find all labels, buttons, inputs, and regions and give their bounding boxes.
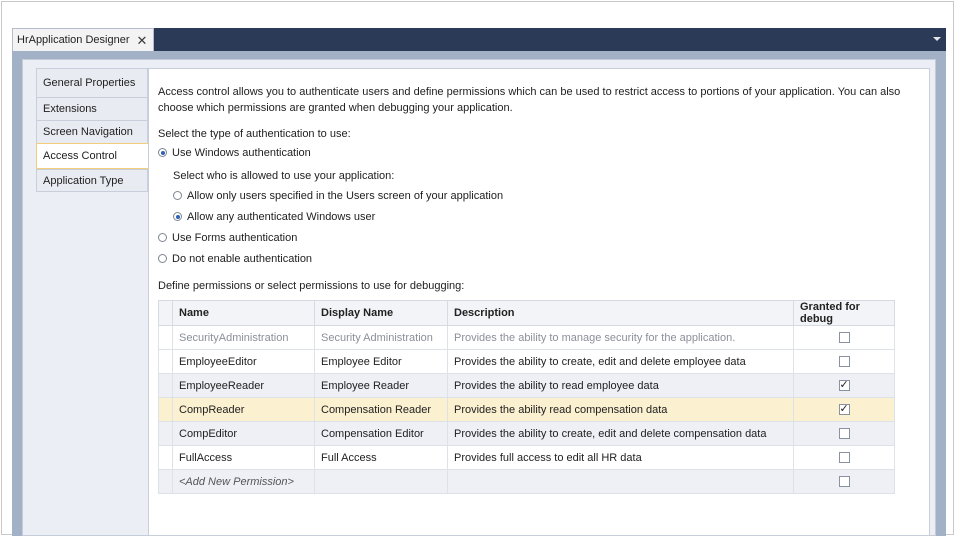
column-header-name[interactable]: Name bbox=[172, 300, 315, 326]
granted-checkbox[interactable] bbox=[838, 476, 850, 488]
permission-description-cell[interactable]: Provides the ability to manage security … bbox=[447, 325, 794, 350]
permission-display-cell[interactable]: Employee Editor bbox=[314, 349, 448, 374]
any-windows-user-label: Allow any authenticated Windows user bbox=[187, 211, 376, 223]
permission-description-cell[interactable]: Provides the ability to create, edit and… bbox=[447, 421, 794, 446]
granted-cell bbox=[793, 445, 895, 470]
chevron-down-icon[interactable] bbox=[933, 37, 941, 41]
only-specified-radio[interactable] bbox=[173, 191, 182, 200]
table-row[interactable]: EmployeeReader Employee Reader Provides … bbox=[158, 373, 895, 398]
permission-display-cell[interactable]: Employee Reader bbox=[314, 373, 448, 398]
row-header-cell bbox=[158, 300, 173, 326]
permission-display-cell[interactable]: Compensation Reader bbox=[314, 397, 448, 422]
granted-checkbox[interactable] bbox=[838, 452, 850, 464]
windows-auth-option[interactable]: Use Windows authentication bbox=[158, 147, 311, 159]
table-row[interactable]: CompEditor Compensation Editor Provides … bbox=[158, 421, 895, 446]
document-tab-title: HrApplication Designer bbox=[17, 34, 130, 46]
add-new-permission-cell[interactable]: <Add New Permission> bbox=[172, 469, 315, 494]
tab-extensions[interactable]: Extensions bbox=[36, 97, 148, 120]
table-row[interactable]: FullAccess Full Access Provides full acc… bbox=[158, 445, 895, 470]
forms-auth-radio[interactable] bbox=[158, 233, 167, 242]
side-tabs: General Properties Extensions Screen Nav… bbox=[36, 68, 149, 192]
permission-name-cell[interactable]: FullAccess bbox=[172, 445, 315, 470]
column-header-description[interactable]: Description bbox=[447, 300, 794, 326]
forms-auth-option[interactable]: Use Forms authentication bbox=[158, 232, 297, 244]
row-header-cell bbox=[158, 349, 173, 374]
column-header-granted[interactable]: Granted for debug bbox=[793, 300, 895, 326]
tab-screen-navigation[interactable]: Screen Navigation bbox=[36, 120, 148, 143]
document-tabstrip: HrApplication Designer ✕ bbox=[12, 28, 946, 51]
tab-application-type[interactable]: Application Type bbox=[36, 169, 148, 192]
granted-checkbox[interactable] bbox=[838, 378, 850, 392]
granted-cell bbox=[793, 469, 895, 494]
table-row[interactable]: EmployeeEditor Employee Editor Provides … bbox=[158, 349, 895, 374]
tab-hrapplication-designer[interactable]: HrApplication Designer ✕ bbox=[12, 28, 155, 51]
windows-auth-radio[interactable] bbox=[158, 148, 167, 157]
tab-access-control[interactable]: Access Control bbox=[36, 143, 149, 169]
granted-cell bbox=[793, 349, 895, 374]
add-permission-row[interactable]: <Add New Permission> bbox=[158, 469, 895, 494]
row-header-cell bbox=[158, 469, 173, 494]
windows-auth-label: Use Windows authentication bbox=[172, 147, 311, 159]
no-auth-label: Do not enable authentication bbox=[172, 253, 313, 265]
any-windows-user-option[interactable]: Allow any authenticated Windows user bbox=[173, 211, 375, 223]
granted-cell bbox=[793, 325, 895, 350]
row-header-cell bbox=[158, 373, 173, 398]
granted-checkbox[interactable] bbox=[838, 428, 850, 440]
permission-name-cell[interactable]: EmployeeEditor bbox=[172, 349, 315, 374]
granted-cell bbox=[793, 373, 895, 398]
granted-checkbox[interactable] bbox=[838, 332, 850, 344]
any-windows-user-radio[interactable] bbox=[173, 212, 182, 221]
grid-header-row: Name Display Name Description Granted fo… bbox=[158, 300, 895, 326]
permissions-grid: Name Display Name Description Granted fo… bbox=[158, 300, 895, 494]
only-specified-label: Allow only users specified in the Users … bbox=[187, 190, 504, 202]
granted-checkbox[interactable] bbox=[838, 402, 850, 416]
tab-general-properties[interactable]: General Properties bbox=[36, 68, 148, 97]
row-header-cell bbox=[158, 325, 173, 350]
permission-name-cell[interactable]: CompReader bbox=[172, 397, 315, 422]
auth-type-label: Select the type of authentication to use… bbox=[158, 128, 351, 140]
permission-description-cell[interactable]: Provides full access to edit all HR data bbox=[447, 445, 794, 470]
intro-text: Access control allows you to authenticat… bbox=[158, 86, 901, 114]
granted-cell bbox=[793, 421, 895, 446]
only-specified-option[interactable]: Allow only users specified in the Users … bbox=[173, 190, 503, 202]
permissions-label: Define permissions or select permissions… bbox=[158, 280, 465, 292]
permission-display-cell[interactable] bbox=[314, 469, 448, 494]
table-row[interactable]: SecurityAdministration Security Administ… bbox=[158, 325, 895, 350]
permission-description-cell[interactable]: Provides the ability to read employee da… bbox=[447, 373, 794, 398]
row-header-cell bbox=[158, 421, 173, 446]
permission-name-cell[interactable]: EmployeeReader bbox=[172, 373, 315, 398]
permission-display-cell[interactable]: Compensation Editor bbox=[314, 421, 448, 446]
permission-description-cell[interactable]: Provides the ability read compensation d… bbox=[447, 397, 794, 422]
granted-cell bbox=[793, 397, 895, 422]
no-auth-radio[interactable] bbox=[158, 254, 167, 263]
permission-description-cell[interactable]: Provides the ability to create, edit and… bbox=[447, 349, 794, 374]
row-header-cell bbox=[158, 397, 173, 422]
no-auth-option[interactable]: Do not enable authentication bbox=[158, 253, 312, 265]
forms-auth-label: Use Forms authentication bbox=[172, 232, 298, 244]
permission-name-cell[interactable]: CompEditor bbox=[172, 421, 315, 446]
permission-description-cell[interactable] bbox=[447, 469, 794, 494]
table-row[interactable]: CompReader Compensation Reader Provides … bbox=[158, 397, 895, 422]
who-allowed-label: Select who is allowed to use your applic… bbox=[173, 170, 395, 182]
permission-display-cell[interactable]: Full Access bbox=[314, 445, 448, 470]
granted-checkbox[interactable] bbox=[838, 356, 850, 368]
row-header-cell bbox=[158, 445, 173, 470]
permission-name-cell[interactable]: SecurityAdministration bbox=[172, 325, 315, 350]
close-icon[interactable]: ✕ bbox=[137, 34, 148, 47]
permission-display-cell[interactable]: Security Administration bbox=[314, 325, 448, 350]
column-header-display-name[interactable]: Display Name bbox=[314, 300, 448, 326]
